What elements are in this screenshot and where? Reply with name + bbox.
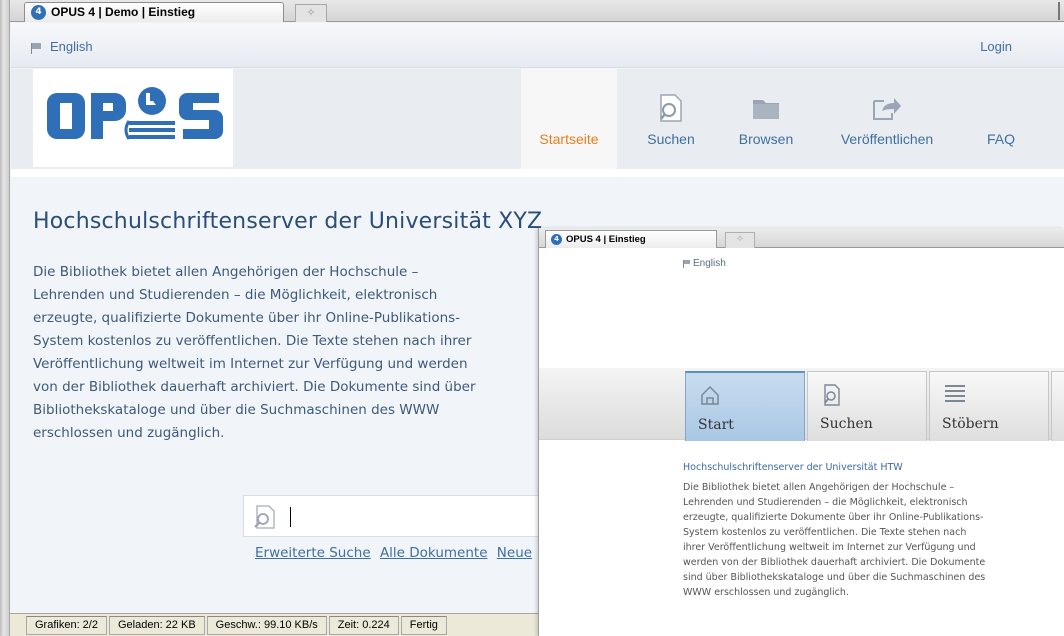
nav-browsen[interactable]: Browsen: [725, 69, 807, 169]
nav-label: Veröffentlichen: [840, 131, 934, 147]
site-header: Startseite Suchen Browsen Veröffentliche…: [11, 69, 1064, 169]
browser-tab[interactable]: 4 OPUS 4 | Demo | Einstieg: [24, 2, 284, 22]
intro-line: ihrer Veröffentlichung weltweit im Inter…: [683, 542, 976, 553]
page-title: Hochschulschriftenserver der Universität…: [33, 209, 543, 234]
nav-label: FAQ: [986, 131, 1015, 147]
page-title: Hochschulschriftenserver der Universität…: [683, 462, 903, 473]
nav-label: Suchen: [647, 131, 695, 147]
nav-veroeffentlichen[interactable]: Veröffentlichen: [807, 69, 967, 169]
intro-line: erzeugte, qualifizierte Dokumente über i…: [33, 310, 461, 326]
nav-label: Browsen: [738, 131, 794, 147]
intro-line: erschlossen und zugänglich.: [33, 425, 225, 441]
status-time: Zeit: 0.224: [328, 616, 399, 635]
intro-line: System kostenlos zu veröffentlichen. Die…: [683, 527, 967, 538]
nav-label: Stöbern: [942, 416, 999, 432]
opus-logo: [47, 87, 223, 140]
nav-suchen[interactable]: Suchen: [807, 371, 927, 441]
main-nav: Startseite Suchen Browsen Veröffentliche…: [521, 69, 1035, 169]
content-top-strip: [11, 169, 1064, 177]
language-link[interactable]: English: [683, 258, 726, 269]
flag-icon: [31, 43, 42, 55]
status-loaded: Geladen: 22 KB: [108, 616, 205, 635]
intro-text: Die Bibliothek bietet allen Angehörigen …: [33, 261, 533, 445]
intro-text: Die Bibliothek bietet allen Angehörigen …: [683, 480, 1033, 600]
search-document-icon: [252, 504, 278, 534]
main-nav: Start Suchen Stöbern: [539, 368, 1064, 441]
new-documents-link[interactable]: Neue: [497, 545, 532, 561]
intro-line: Lehrenden und Studierenden – die Möglich…: [683, 497, 968, 508]
status-images: Grafiken: 2/2: [26, 616, 107, 635]
status-spacer: [10, 616, 24, 635]
folder-icon: [725, 89, 807, 127]
intro-line: System kostenlos zu veröffentlichen. Die…: [33, 333, 472, 349]
intro-line: sind über Bibliothekskataloge und über d…: [683, 572, 986, 583]
new-tab-button[interactable]: ✧: [295, 4, 327, 22]
window-left-edge: [0, 0, 10, 636]
language-link[interactable]: English: [31, 39, 93, 55]
tab-title: OPUS 4 | Einstieg: [566, 234, 646, 245]
search-document-icon: [617, 89, 725, 127]
foreground-browser-window: 4 OPUS 4 | Einstieg ✧ English Start Such…: [538, 228, 1064, 636]
top-bar: English Login: [11, 23, 1064, 68]
intro-line: Bibliothekskataloge und über die Suchmas…: [33, 402, 440, 418]
language-label: English: [50, 39, 93, 54]
search-links: Erweiterte Suche Alle Dokumente Neue: [255, 545, 537, 561]
search-input[interactable]: [243, 495, 543, 537]
nav-start[interactable]: Start: [685, 371, 805, 441]
new-tab-button[interactable]: ✧: [725, 232, 755, 248]
status-state: Fertig: [400, 616, 447, 635]
intro-line: erzeugte, qualifizierte Dokumente über i…: [683, 512, 984, 523]
opus-favicon-icon: 4: [31, 5, 46, 20]
nav-suchen[interactable]: Suchen: [617, 69, 725, 169]
nav-faq-spacer: [967, 89, 1035, 127]
intro-line: Veröffentlichung weltweit im Internet zu…: [33, 356, 468, 372]
nav-faq[interactable]: FAQ: [967, 69, 1035, 169]
nav-label: Start: [698, 417, 734, 433]
intro-line: WWW erschlossen und zugänglich.: [683, 587, 849, 598]
intro-line: Die Bibliothek bietet allen Angehörigen …: [33, 264, 419, 280]
text-caret: [290, 507, 291, 527]
all-documents-link[interactable]: Alle Dokumente: [380, 545, 488, 561]
language-label: English: [693, 258, 726, 269]
nav-label: Startseite: [539, 131, 599, 147]
advanced-search-link[interactable]: Erweiterte Suche: [255, 545, 371, 561]
intro-line: von der Bibliothek dauerhaft archiviert.…: [33, 379, 476, 395]
intro-line: werden von der Bibliothek dauerhaft arch…: [683, 557, 986, 568]
tab-bar: 4 OPUS 4 | Einstieg ✧: [539, 228, 1064, 248]
tab-title: OPUS 4 | Demo | Einstieg: [51, 5, 196, 19]
browser-tab[interactable]: 4 OPUS 4 | Einstieg: [545, 230, 717, 248]
intro-line: Lehrenden und Studierenden – die Möglich…: [33, 287, 438, 303]
flag-icon: [683, 259, 691, 268]
nav-label: Suchen: [820, 416, 873, 432]
share-arrow-icon: [807, 89, 967, 127]
nav-more[interactable]: [1051, 371, 1064, 441]
list-icon: [944, 384, 966, 406]
tab-bar: 4 OPUS 4 | Demo | Einstieg ✧: [10, 0, 1064, 22]
home-icon: [700, 385, 720, 409]
nav-startseite[interactable]: Startseite: [521, 69, 617, 169]
opus-favicon-icon: 4: [551, 234, 562, 245]
logo-container[interactable]: [33, 69, 233, 167]
status-speed: Geschw.: 99.10 KB/s: [206, 616, 327, 635]
nav-stoebern[interactable]: Stöbern: [929, 371, 1049, 441]
login-link[interactable]: Login: [980, 39, 1012, 54]
search-document-icon: [822, 384, 842, 410]
tab-bar-divider: [1058, 2, 1060, 20]
intro-line: Die Bibliothek bietet allen Angehörigen …: [683, 482, 955, 493]
